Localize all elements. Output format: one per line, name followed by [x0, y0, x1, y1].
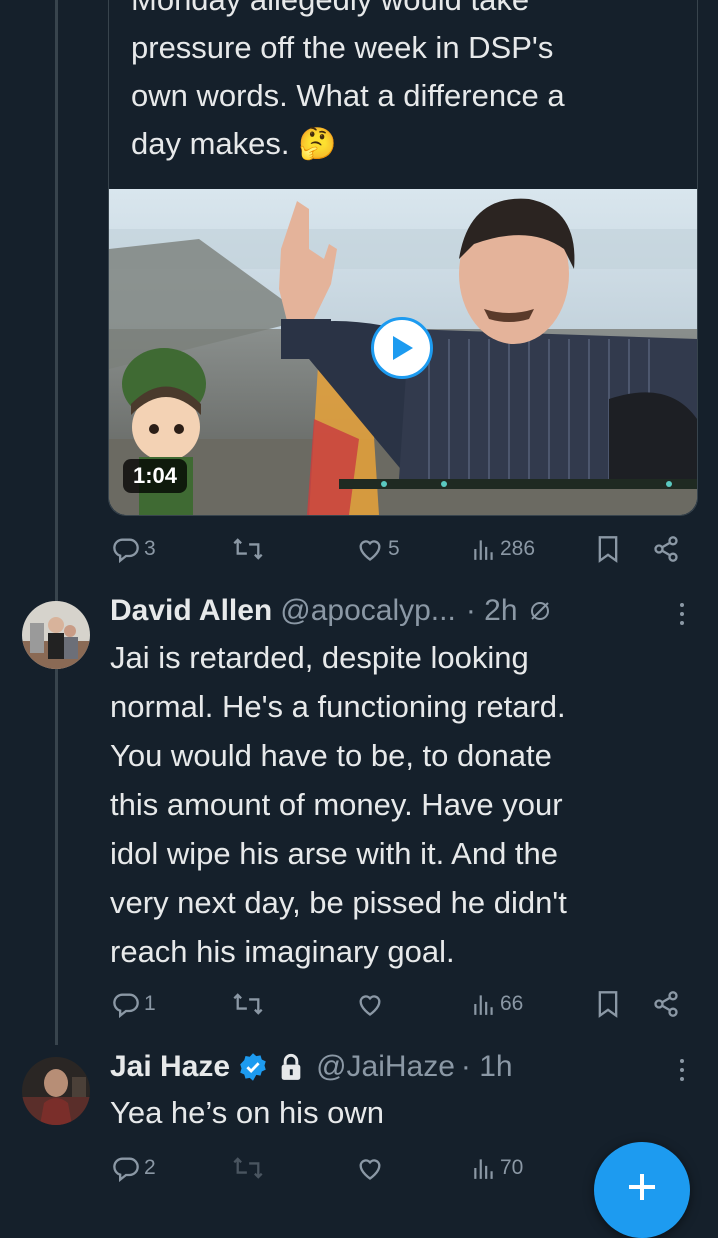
- views-button[interactable]: 70: [472, 1150, 523, 1186]
- more-options-button[interactable]: [672, 596, 692, 632]
- like-button[interactable]: [356, 986, 384, 1022]
- quoted-line: pressure off the week in DSP's: [131, 30, 554, 65]
- author-name[interactable]: David Allen: [110, 594, 272, 628]
- post-header: David Allen @apocalyp... · 2h: [110, 594, 552, 628]
- avatar[interactable]: [22, 601, 90, 669]
- views-count: 66: [500, 992, 524, 1015]
- reply-count: 2: [144, 1156, 156, 1179]
- repost-button[interactable]: [232, 1150, 264, 1186]
- post-action-bar: 1 66: [0, 986, 718, 1022]
- avatar[interactable]: [22, 1057, 90, 1125]
- post-text: Yea he’s on his own: [110, 1088, 670, 1137]
- repost-icon: [233, 538, 263, 560]
- lock-icon: [281, 1053, 301, 1080]
- reply-button[interactable]: 1: [112, 986, 156, 1022]
- play-icon: [393, 336, 413, 360]
- verified-badge-icon: [240, 1053, 266, 1081]
- post-line: idol wipe his arse with it. And the: [110, 836, 559, 871]
- thread-line: [55, 0, 58, 1045]
- share-icon: [654, 536, 678, 562]
- like-count: 5: [388, 537, 400, 560]
- reply-count: 1: [144, 992, 156, 1015]
- repost-icon: [233, 993, 263, 1015]
- heart-icon: [359, 540, 381, 561]
- share-icon: [654, 991, 678, 1017]
- video-player[interactable]: 1:04: [109, 189, 697, 515]
- share-button[interactable]: [652, 986, 680, 1022]
- views-button[interactable]: 66: [472, 986, 523, 1022]
- reply-button[interactable]: 2: [112, 1150, 156, 1186]
- reply-count: 3: [144, 537, 156, 560]
- compose-post-button[interactable]: [594, 1142, 690, 1238]
- share-button[interactable]: [652, 531, 680, 567]
- more-options-button[interactable]: [672, 1052, 692, 1088]
- views-count: 70: [500, 1156, 524, 1179]
- heart-icon: [359, 1159, 381, 1180]
- play-button[interactable]: [371, 317, 433, 379]
- author-name[interactable]: Jai Haze: [110, 1050, 230, 1084]
- edited-icon: [530, 602, 549, 620]
- heart-icon: [359, 995, 381, 1016]
- views-icon: [474, 995, 493, 1015]
- video-duration: 1:04: [123, 459, 188, 493]
- reply-icon: [113, 538, 139, 563]
- plus-icon: [629, 1174, 655, 1200]
- bookmark-button[interactable]: [596, 531, 620, 567]
- bookmark-icon: [598, 536, 618, 563]
- quoted-post-card[interactable]: Monday allegedly would take pressure off…: [108, 0, 698, 516]
- quoted-line: own words. What a difference a: [131, 78, 565, 113]
- post-line: normal. He's a functioning retard.: [110, 689, 566, 724]
- post-line: reach his imaginary goal.: [110, 934, 455, 969]
- bookmark-icon: [598, 991, 618, 1018]
- like-button[interactable]: 5: [356, 531, 400, 567]
- post-line: You would have to be, to donate: [110, 738, 552, 773]
- quoted-post-text: Monday allegedly would take pressure off…: [131, 0, 691, 168]
- like-button[interactable]: [356, 1150, 384, 1186]
- reply-icon: [113, 1157, 139, 1182]
- post-header: Jai Haze @JaiHaze · 1h: [110, 1050, 513, 1084]
- quoted-line: Monday allegedly would take: [131, 0, 691, 24]
- reply-icon: [113, 993, 139, 1018]
- repost-button[interactable]: [232, 986, 264, 1022]
- post-line: this amount of money. Have your: [110, 787, 563, 822]
- reply-button[interactable]: 3: [112, 531, 156, 567]
- repost-button[interactable]: [232, 531, 264, 567]
- post-action-bar: 3 5 286: [0, 531, 718, 567]
- post-line: very next day, be pissed he didn't: [110, 885, 567, 920]
- post-text: Jai is retarded, despite looking normal.…: [110, 633, 670, 976]
- repost-icon: [233, 1157, 263, 1179]
- views-count: 286: [500, 537, 536, 560]
- post-time[interactable]: · 2h: [466, 594, 518, 628]
- author-handle[interactable]: @apocalyp...: [280, 594, 456, 628]
- views-button[interactable]: 286: [472, 531, 535, 567]
- views-icon: [474, 1159, 493, 1179]
- bookmark-button[interactable]: [596, 986, 620, 1022]
- quoted-line: day makes. 🤔: [131, 126, 337, 161]
- post-line: Yea he’s on his own: [110, 1095, 385, 1130]
- post-line: Jai is retarded, despite looking: [110, 640, 529, 675]
- views-icon: [474, 540, 493, 560]
- author-handle[interactable]: @JaiHaze: [316, 1050, 455, 1084]
- post-time[interactable]: · 1h: [461, 1050, 513, 1084]
